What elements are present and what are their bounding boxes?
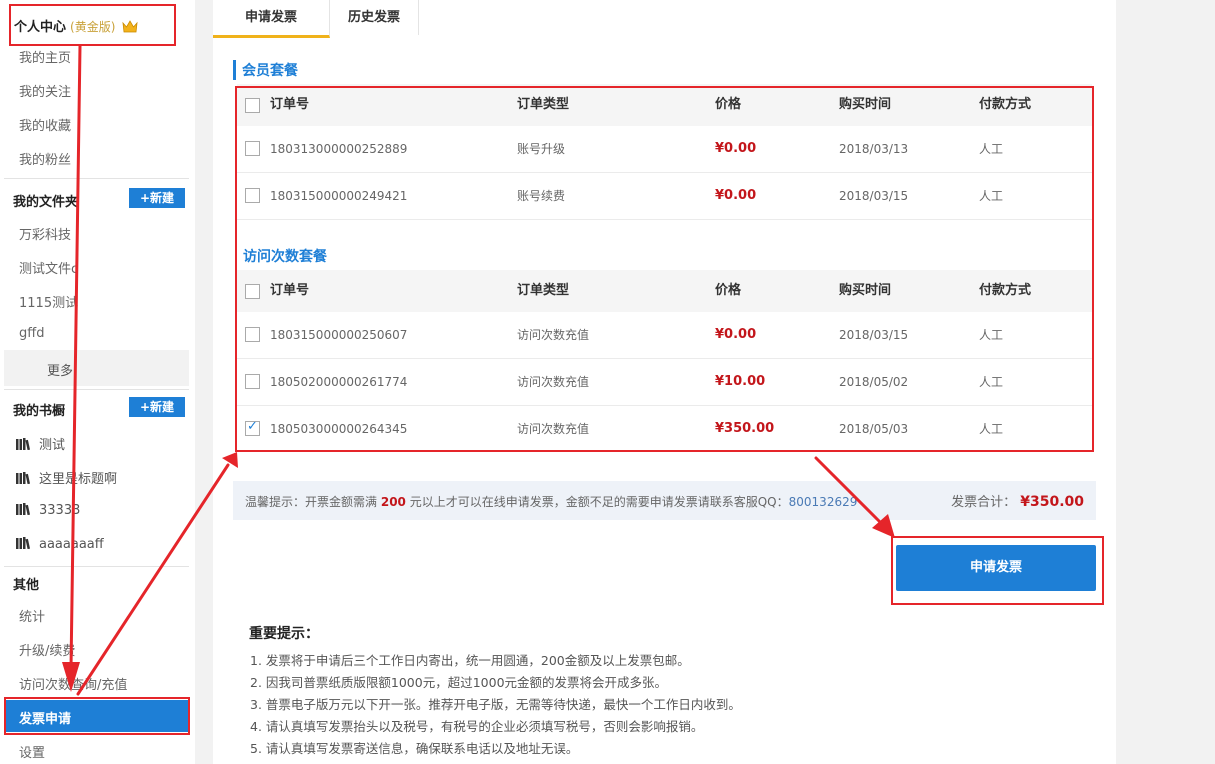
more-label: 更多 [47,364,74,379]
folder-item[interactable]: 1115测试 [19,292,78,311]
bookshelf-item-label: 测试 [39,438,66,453]
important-notice-line: 2. 因我司普票纸质版限额1000元，超过1000元金额的发票将会开成多张。 [250,675,668,690]
books-icon [16,537,30,549]
membership-section-title: 会员套餐 [233,60,298,80]
notice-middle: 元以上才可以在线申请发票，金额不足的需要申请发票请联系客服QQ： [409,495,789,509]
important-notice-line: 3. 普票电子版万元以下开一张。推荐开电子版，无需等待快递，最快一个工作日内收到… [250,697,741,712]
folder-item[interactable]: gffd [19,326,44,341]
bookshelf-section-title: 我的书橱 [13,404,66,419]
other-section-title: 其他 [13,578,40,593]
bookshelf-item[interactable]: 33333 [16,503,80,518]
bookshelf-item-label: aaaaaaaff [39,537,104,552]
annotation-box-invoice-apply [4,697,190,735]
books-icon [16,438,30,450]
bookshelf-item[interactable]: 这里是标题啊 [16,468,117,487]
notice-prefix: 温馨提示：开票金额需满 [245,495,378,509]
sidebar-item-favorites[interactable]: 我的收藏 [19,115,71,134]
new-bookshelf-button[interactable]: +新建 [129,397,185,417]
annotation-box-apply-button [891,536,1104,605]
folders-more-button[interactable]: 更多 [4,350,189,386]
sidebar-item-follows[interactable]: 我的关注 [19,81,71,100]
annotation-box-personal-center [9,4,176,46]
sidebar-item-visit-recharge[interactable]: 访问次数查询/充值 [19,674,127,693]
page-scroll-area [1196,0,1215,764]
sidebar-item-upgrade[interactable]: 升级/续费 [19,640,75,659]
tab-history-invoice[interactable]: 历史发票 [330,0,419,35]
sidebar-item-homepage[interactable]: 我的主页 [19,47,71,66]
sidebar-item-settings[interactable]: 设置 [19,742,45,761]
important-notice-line: 5. 请认真填写发票寄送信息，确保联系电话以及地址无误。 [250,741,579,756]
important-notice-title: 重要提示： [249,626,319,642]
bookshelf-item-label: 这里是标题啊 [39,472,118,487]
notice-amount: 200 [380,495,406,509]
support-qq-link[interactable]: 800132629 [789,495,858,509]
total-label: 发票合计： [951,495,1017,510]
new-folder-button[interactable]: +新建 [129,188,185,208]
invoice-total: 发票合计： ¥350.00 [951,491,1084,510]
sidebar: 个人中心 (黄金版) 我的主页 我的关注 我的收藏 我的粉丝 我的文件夹 +新建 … [0,0,195,764]
important-notice-line: 4. 请认真填写发票抬头以及税号，有税号的企业必须填写税号，否则会影响报销。 [250,719,704,734]
tab-apply-invoice[interactable]: 申请发票 [213,0,330,38]
divider [4,566,189,567]
bookshelf-item-label: 33333 [39,503,81,518]
annotation-box-order-tables [235,86,1094,452]
folders-section-title: 我的文件夹 [13,195,79,210]
invoice-notice: 温馨提示：开票金额需满 200 元以上才可以在线申请发票，金额不足的需要申请发票… [233,481,1096,520]
notice-text: 温馨提示：开票金额需满 200 元以上才可以在线申请发票，金额不足的需要申请发票… [245,493,857,510]
divider [4,389,189,390]
bookshelf-item[interactable]: aaaaaaaff [16,537,104,552]
books-icon [16,503,30,515]
tab-bar: 申请发票 历史发票 [213,0,1116,38]
books-icon [16,472,30,484]
folder-item[interactable]: 万彩科技 [19,224,71,243]
divider [4,178,189,179]
total-value: ¥350.00 [1020,494,1084,510]
important-notice-line: 1. 发票将于申请后三个工作日内寄出，统一用圆通，200金额及以上发票包邮。 [250,653,690,668]
folder-item[interactable]: 测试文件c [19,258,78,277]
bookshelf-item[interactable]: 测试 [16,434,65,453]
sidebar-item-fans[interactable]: 我的粉丝 [19,149,71,168]
sidebar-item-statistics[interactable]: 统计 [19,606,45,625]
